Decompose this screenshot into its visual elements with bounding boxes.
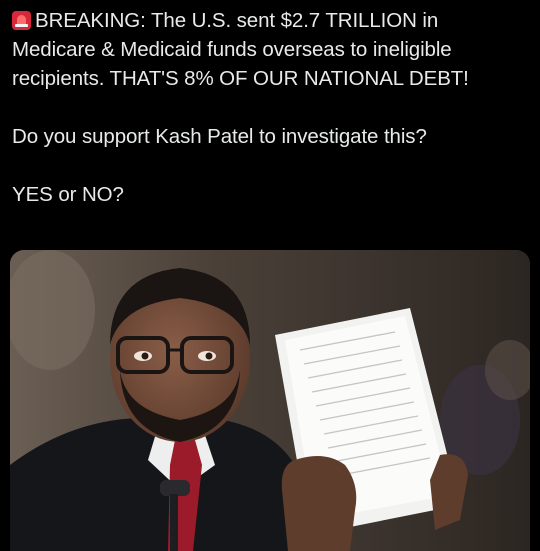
siren-emoji-icon	[12, 11, 31, 30]
post-text-line: Do you support Kash Patel to investigate…	[12, 125, 427, 148]
post-text-line: BREAKING: The U.S. sent $2.7 TRILLION in	[35, 9, 439, 32]
post-text: BREAKING: The U.S. sent $2.7 TRILLION in…	[12, 6, 532, 209]
post-media-image[interactable]	[10, 250, 530, 551]
post-line-1: BREAKING: The U.S. sent $2.7 TRILLION in	[12, 6, 532, 35]
post-text-line: YES or NO?	[12, 183, 124, 206]
post-text-line: recipients. THAT'S 8% OF OUR NATIONAL DE…	[12, 67, 469, 90]
hearing-photo-illustration	[10, 250, 530, 551]
post-text-line: Medicare & Medicaid funds overseas to in…	[12, 38, 452, 61]
